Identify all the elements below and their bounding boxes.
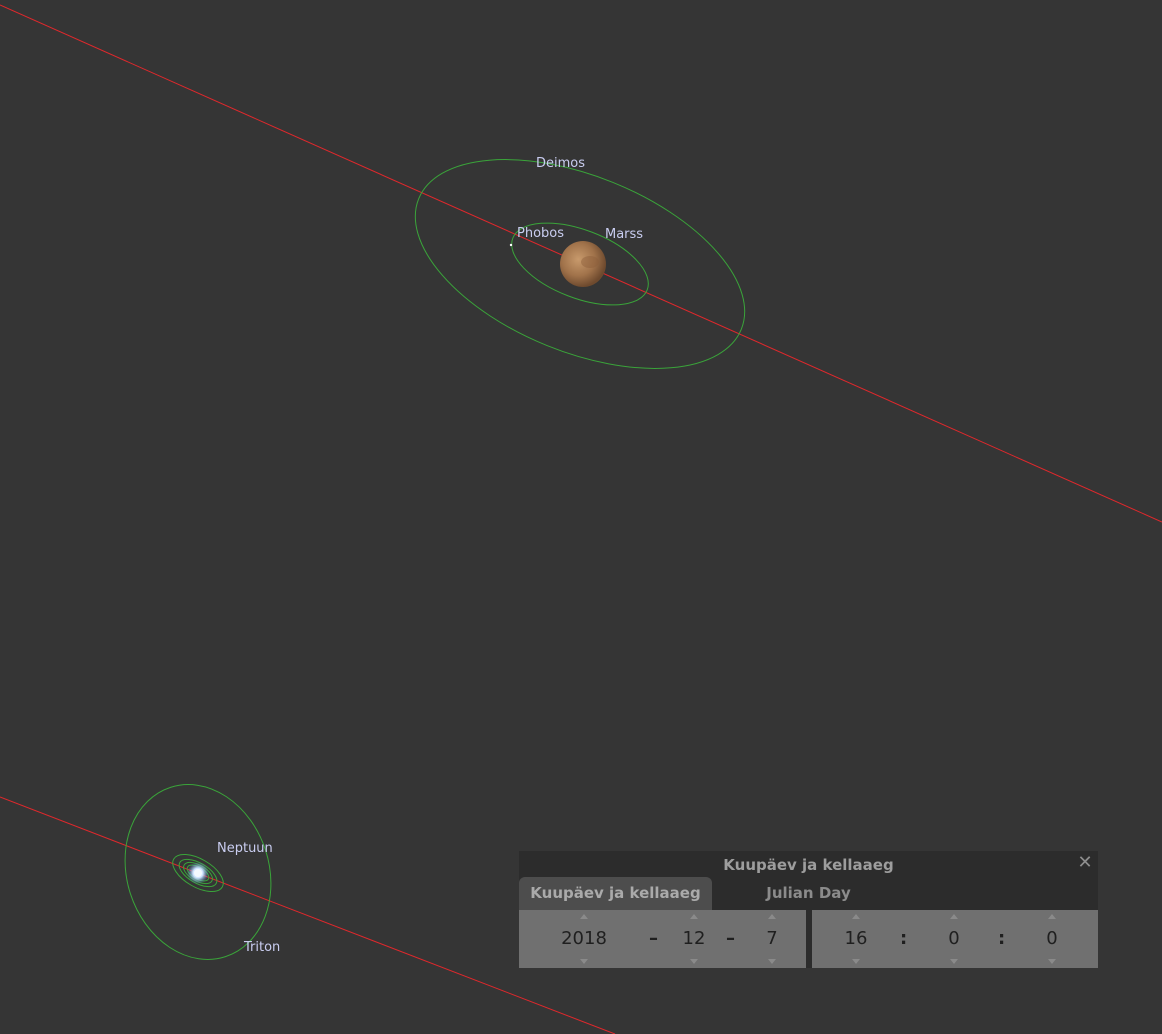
minute-down-arrow-icon[interactable] — [950, 959, 958, 964]
hour-spinbox[interactable]: 16 — [836, 910, 876, 968]
neptune-planet[interactable] — [194, 869, 202, 877]
hour-value[interactable]: 16 — [836, 928, 876, 949]
time-panel: 16 : 0 : 0 — [812, 910, 1098, 968]
month-up-arrow-icon[interactable] — [690, 914, 698, 919]
triton-label[interactable]: Triton — [244, 940, 280, 955]
tab-julian-day[interactable]: Julian Day — [712, 877, 905, 910]
day-spinbox[interactable]: 7 — [752, 910, 792, 968]
date-separator: – — [726, 928, 735, 949]
mars-label[interactable]: Marss — [605, 227, 643, 242]
year-up-arrow-icon[interactable] — [580, 914, 588, 919]
deimos-label[interactable]: Deimos — [536, 156, 585, 171]
phobos-marker[interactable] — [509, 243, 513, 247]
hour-down-arrow-icon[interactable] — [852, 959, 860, 964]
hour-up-arrow-icon[interactable] — [852, 914, 860, 919]
phobos-label[interactable]: Phobos — [517, 226, 564, 241]
dialog-title: Kuupäev ja kellaaeg — [723, 856, 894, 874]
minute-spinbox[interactable]: 0 — [934, 910, 974, 968]
year-down-arrow-icon[interactable] — [580, 959, 588, 964]
second-spinbox[interactable]: 0 — [1032, 910, 1072, 968]
time-separator: : — [900, 928, 908, 949]
time-separator: : — [998, 928, 1006, 949]
dialog-titlebar[interactable]: Kuupäev ja kellaaeg ✕ — [519, 851, 1098, 877]
tab-date-time[interactable]: Kuupäev ja kellaaeg — [519, 877, 712, 910]
year-spinbox[interactable]: 2018 — [549, 910, 619, 968]
month-spinbox[interactable]: 12 — [669, 910, 719, 968]
second-down-arrow-icon[interactable] — [1048, 959, 1056, 964]
day-value[interactable]: 7 — [752, 928, 792, 949]
day-up-arrow-icon[interactable] — [768, 914, 776, 919]
year-value[interactable]: 2018 — [549, 928, 619, 949]
month-down-arrow-icon[interactable] — [690, 959, 698, 964]
date-separator: – — [649, 928, 658, 949]
date-time-dialog: Kuupäev ja kellaaeg ✕ Kuupäev ja kellaae… — [519, 851, 1098, 968]
minute-up-arrow-icon[interactable] — [950, 914, 958, 919]
second-value[interactable]: 0 — [1032, 928, 1072, 949]
minute-value[interactable]: 0 — [934, 928, 974, 949]
neptune-label[interactable]: Neptuun — [217, 841, 273, 856]
month-value[interactable]: 12 — [669, 928, 719, 949]
mars-surface-feature — [581, 256, 599, 268]
date-panel: 2018 – 12 – 7 — [519, 910, 806, 968]
second-up-arrow-icon[interactable] — [1048, 914, 1056, 919]
close-icon[interactable]: ✕ — [1076, 853, 1094, 873]
day-down-arrow-icon[interactable] — [768, 959, 776, 964]
